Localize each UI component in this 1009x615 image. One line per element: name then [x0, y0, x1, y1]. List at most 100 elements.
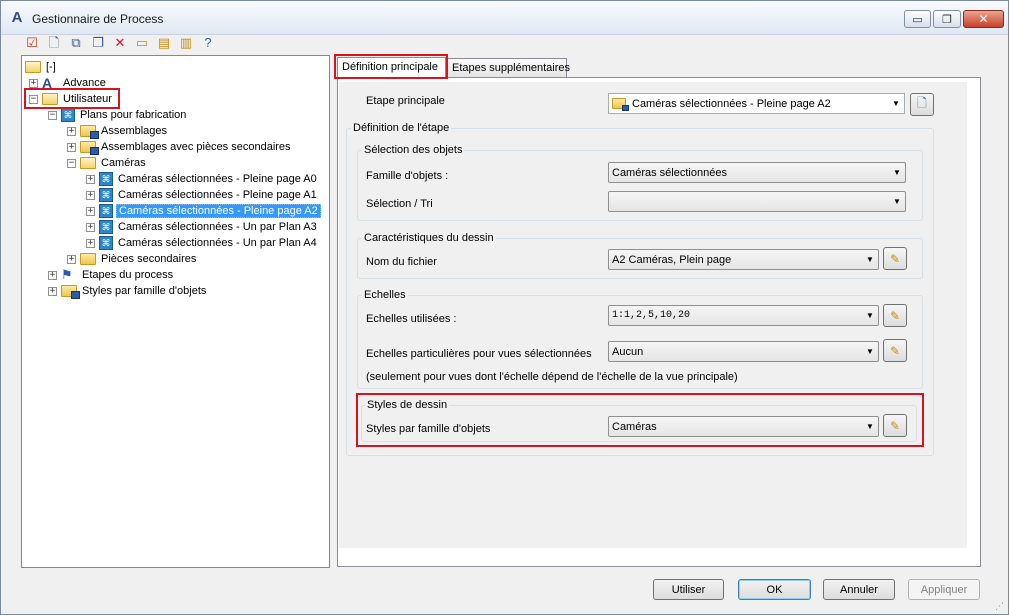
tree-item-label: Assemblages	[101, 125, 168, 137]
expand-icon[interactable]: +	[67, 126, 76, 136]
tree-item-label: Plans pour fabrication	[80, 109, 187, 121]
tree-item-styles[interactable]: + Styles par famille d'objets	[48, 283, 208, 299]
process-tree[interactable]: [-] + A Advance − Utilisateur − ⌘ Plans …	[21, 55, 330, 568]
annuler-button[interactable]: Annuler	[823, 579, 895, 600]
import-icon[interactable]: ▤	[154, 33, 174, 51]
echelles-utilisees-label: Echelles utilisées :	[366, 313, 457, 325]
app-logo-icon: A	[11, 9, 23, 26]
copy-icon[interactable]: ⧉	[66, 33, 86, 51]
tab-label: Etapes supplémentaires	[452, 62, 571, 74]
expand-icon[interactable]: +	[86, 222, 95, 232]
tree-item-label: Etapes du process	[82, 269, 174, 281]
echelles-title: Echelles	[362, 289, 408, 301]
edit-icon: ✎	[889, 308, 901, 323]
expand-icon[interactable]: +	[48, 286, 57, 296]
tree-item-cam-a0[interactable]: + ⌘ Caméras sélectionnées - Pleine page …	[86, 171, 319, 187]
echelles-utilisees-value: 1:1,2,5,10,20	[612, 310, 691, 321]
expand-icon[interactable]: +	[86, 190, 95, 200]
tree-item-etapes[interactable]: + ⚑ Etapes du process	[48, 267, 175, 283]
tree-item-cam-a3[interactable]: + ⌘ Caméras sélectionnées - Un par Plan …	[86, 219, 319, 235]
famille-objets-label: Famille d'objets :	[366, 170, 449, 182]
delete-icon[interactable]: ✕	[110, 33, 130, 51]
tree-item-plans[interactable]: − ⌘ Plans pour fabrication	[48, 107, 188, 123]
folder-icon	[80, 253, 96, 265]
tree-item-cameras[interactable]: − Caméras	[67, 155, 148, 171]
echelles-note: (seulement pour vues dont l'échelle dépe…	[366, 371, 738, 383]
collapse-icon[interactable]: −	[67, 158, 76, 168]
edit-echelles-particulieres-button[interactable]: ✎	[883, 339, 907, 362]
echelles-particulieres-label: Echelles particulières pour vues sélecti…	[366, 348, 592, 360]
tree-item-pieces[interactable]: + Pièces secondaires	[67, 251, 198, 267]
etape-principale-label: Etape principale	[366, 95, 445, 107]
ok-button[interactable]: OK	[738, 579, 811, 600]
tree-item-assemblages[interactable]: + Assemblages	[67, 123, 169, 139]
add-etape-button[interactable]: 🗋	[910, 93, 934, 116]
echelles-utilisees-select[interactable]: 1:1,2,5,10,20 ▼	[608, 305, 879, 326]
caracteristiques-title: Caractéristiques du dessin	[362, 232, 496, 244]
tree-item-cam-a1[interactable]: + ⌘ Caméras sélectionnées - Pleine page …	[86, 187, 319, 203]
new-doc-icon[interactable]: 🗋	[44, 33, 64, 51]
display-icon[interactable]: ▭	[132, 33, 152, 51]
resize-grip-icon[interactable]: ⋰	[995, 601, 1005, 611]
process-icon: ⌘	[61, 108, 75, 122]
expand-icon[interactable]: +	[86, 238, 95, 248]
chevron-down-icon: ▼	[892, 99, 900, 108]
process-icon: ⌘	[99, 220, 113, 234]
validate-icon[interactable]: ☑	[22, 33, 42, 51]
flag-icon: ⚑	[61, 267, 73, 282]
edit-echelles-button[interactable]: ✎	[883, 304, 907, 327]
tree-item-root[interactable]: [-]	[25, 59, 58, 75]
edit-nom-fichier-button[interactable]: ✎	[883, 247, 907, 270]
edit-icon: ✎	[889, 251, 901, 266]
window-title: Gestionnaire de Process	[32, 12, 164, 26]
minimize-button[interactable]: ▭	[904, 10, 931, 28]
add-document-icon: 🗋	[917, 96, 927, 110]
expand-icon[interactable]: +	[67, 254, 76, 264]
utiliser-button[interactable]: Utiliser	[653, 579, 724, 600]
famille-objets-value: Caméras sélectionnées	[612, 166, 727, 179]
selection-tri-label: Sélection / Tri	[366, 198, 433, 210]
annuler-label: Annuler	[840, 583, 878, 596]
tree-item-label: Caméras sélectionnées - Un par Plan A4	[118, 237, 317, 249]
expand-icon[interactable]: +	[48, 270, 57, 280]
tab-etapes-supplementaires[interactable]: Etapes supplémentaires	[447, 58, 571, 78]
duplicate-icon[interactable]: ❐	[88, 33, 108, 51]
tree-item-label: Caméras sélectionnées - Pleine page A0	[118, 173, 317, 185]
highlight-utilisateur	[24, 88, 120, 109]
close-icon: ✕	[978, 12, 989, 26]
echelles-particulieres-select[interactable]: Aucun ▼	[608, 341, 879, 362]
definition-etape-title: Définition de l'étape	[351, 122, 452, 134]
appliquer-button[interactable]: Appliquer	[908, 579, 980, 600]
tree-item-cam-a4[interactable]: + ⌘ Caméras sélectionnées - Un par Plan …	[86, 235, 319, 251]
etape-principale-select[interactable]: Caméras sélectionnées - Pleine page A2 ▼	[608, 93, 905, 114]
process-icon: ⌘	[99, 236, 113, 250]
tree-item-label: Styles par famille d'objets	[82, 285, 207, 297]
folder-icon	[80, 157, 96, 169]
expand-icon[interactable]: +	[86, 174, 95, 184]
famille-objets-select[interactable]: Caméras sélectionnées ▼	[608, 162, 906, 183]
folder-icon	[25, 61, 41, 73]
toolbar: ☑ 🗋 ⧉ ❐ ✕ ▭ ▤ ▥ ?	[22, 33, 218, 51]
close-button[interactable]: ✕	[963, 10, 1004, 28]
expand-icon[interactable]: +	[29, 78, 38, 88]
selection-tri-select[interactable]: ▼	[608, 191, 906, 212]
echelles-particulieres-value: Aucun	[612, 345, 644, 358]
maximize-button[interactable]: ❐	[933, 10, 961, 28]
tree-item-label: Caméras sélectionnées - Pleine page A1	[118, 189, 317, 201]
folder-process-icon	[612, 98, 629, 111]
chevron-down-icon: ▼	[866, 347, 874, 356]
minimize-icon: ▭	[912, 13, 923, 26]
expand-icon[interactable]: +	[67, 142, 76, 152]
collapse-icon[interactable]: −	[48, 110, 57, 120]
tree-item-cam-a2[interactable]: + ⌘ Caméras sélectionnées - Pleine page …	[86, 203, 321, 219]
process-manager-window: A Gestionnaire de Process ▭ ❐ ✕ ☑ 🗋 ⧉ ❐ …	[0, 0, 1009, 615]
ok-label: OK	[766, 583, 783, 596]
edit-icon: ✎	[889, 343, 901, 358]
tree-item-assemblages-secondaires[interactable]: + Assemblages avec pièces secondaires	[67, 139, 293, 155]
expand-icon[interactable]: +	[86, 206, 95, 216]
nom-fichier-select[interactable]: A2 Caméras, Plein page ▼	[608, 249, 879, 270]
export-icon[interactable]: ▥	[176, 33, 196, 51]
chevron-down-icon: ▼	[893, 197, 901, 206]
help-icon[interactable]: ?	[198, 33, 218, 51]
highlight-styles-dessin	[356, 393, 924, 447]
